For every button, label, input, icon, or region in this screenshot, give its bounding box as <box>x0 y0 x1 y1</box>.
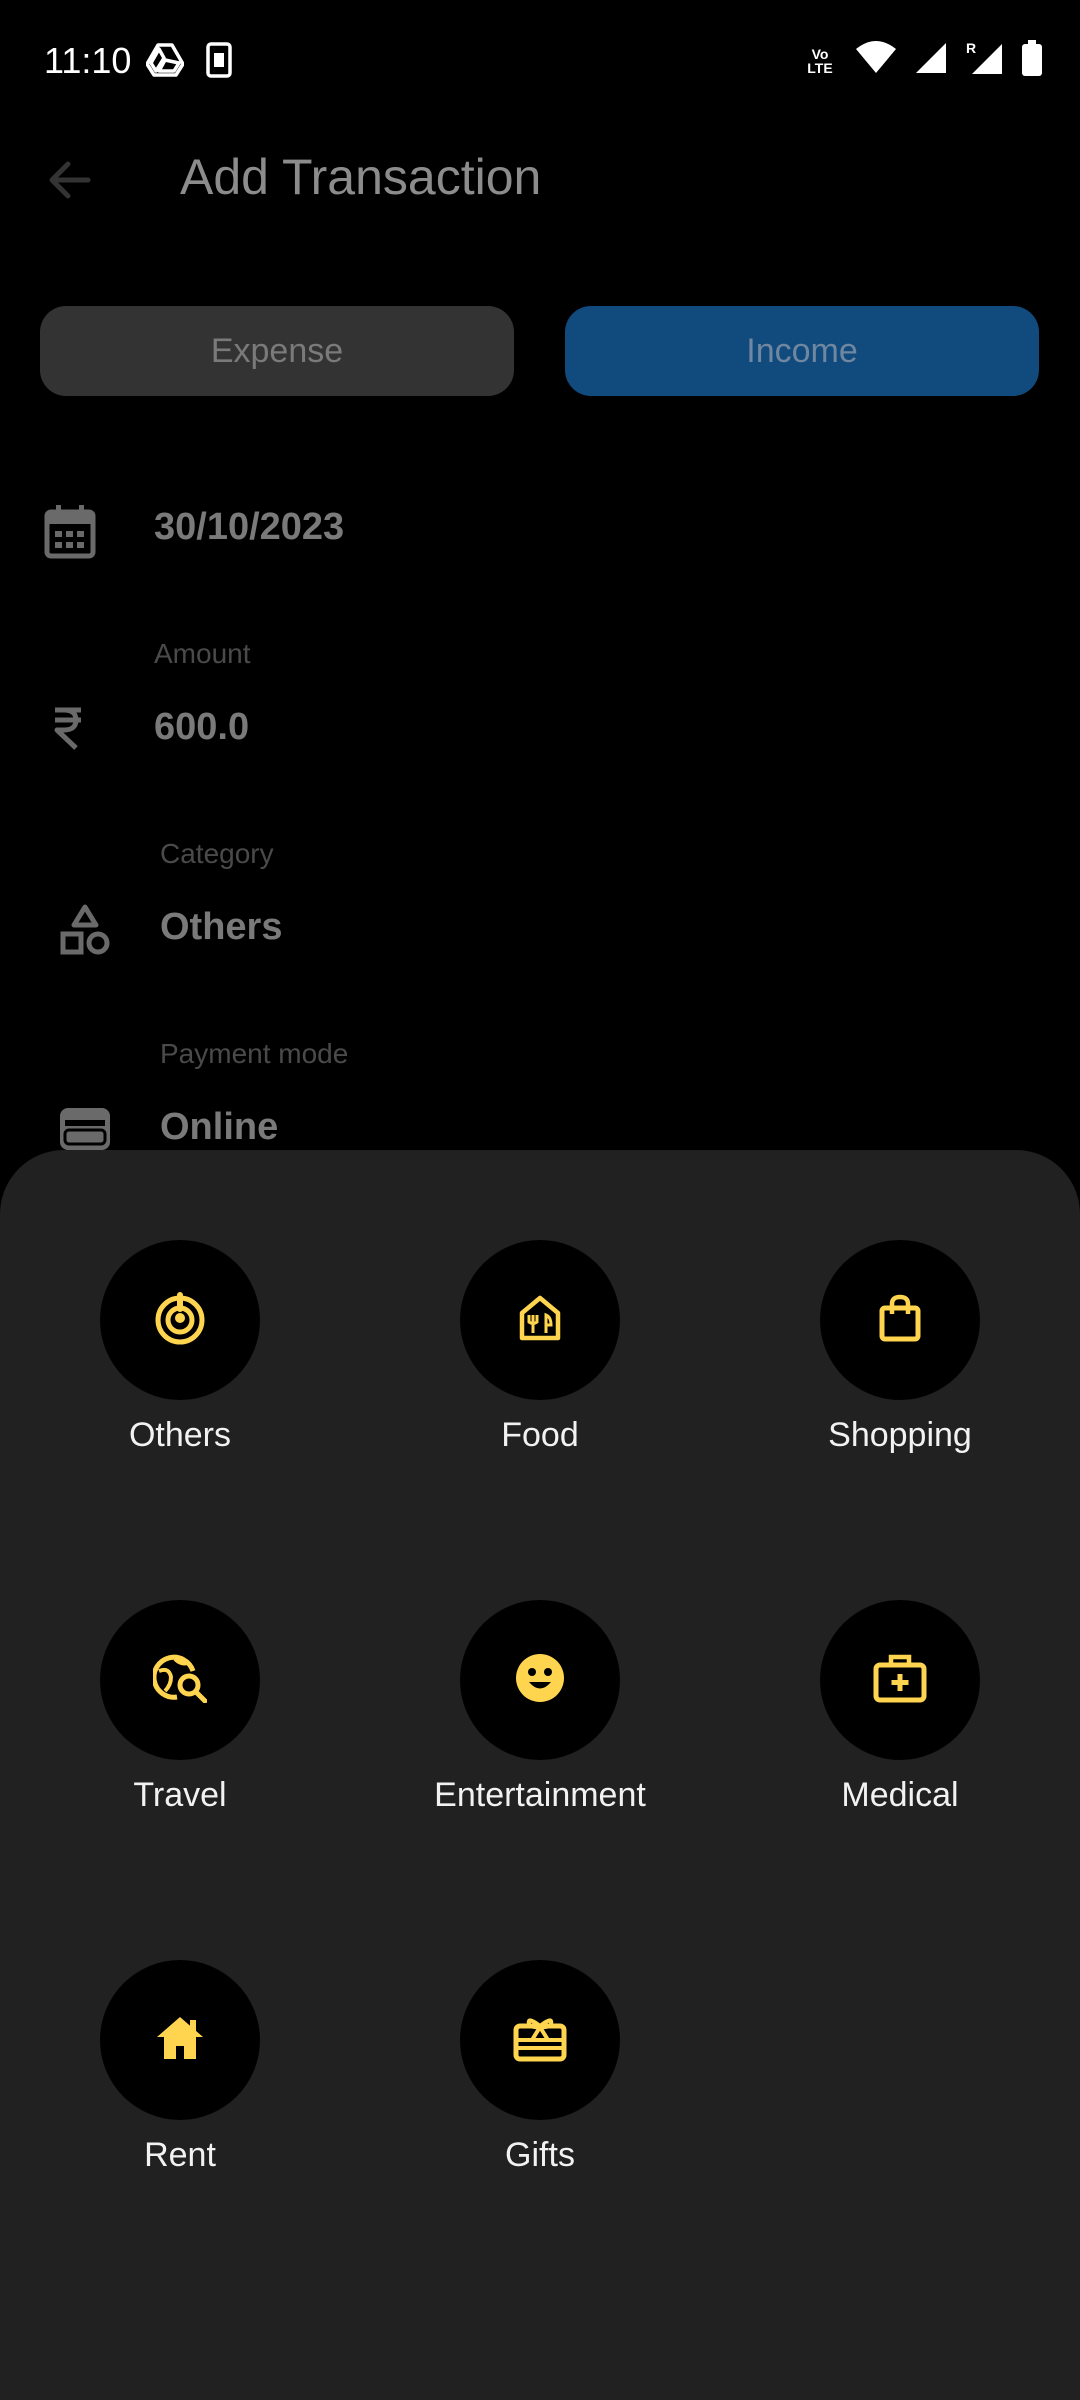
restaurant-icon <box>518 1295 562 1346</box>
shopping-bag-icon <box>879 1294 921 1347</box>
category-icon-circle <box>820 1600 980 1760</box>
travel-explore-icon <box>151 1653 208 1708</box>
house-icon <box>155 2015 205 2066</box>
category-icon-circle <box>100 1960 260 2120</box>
category-item-medical[interactable]: Medical <box>770 1600 1030 1860</box>
category-item-gifts[interactable]: Gifts <box>410 1960 670 2220</box>
category-item-shopping[interactable]: Shopping <box>770 1240 1030 1500</box>
category-icon-circle <box>820 1240 980 1400</box>
target-icon <box>152 1290 208 1351</box>
category-item-food[interactable]: Food <box>410 1240 670 1500</box>
category-label: Food <box>501 1416 579 1454</box>
category-label: Shopping <box>828 1416 972 1454</box>
category-label: Travel <box>133 1776 227 1814</box>
category-label: Entertainment <box>434 1776 646 1814</box>
smiley-icon <box>515 1653 565 1708</box>
category-item-others[interactable]: Others <box>50 1240 310 1500</box>
category-icon-circle <box>100 1240 260 1400</box>
category-label: Gifts <box>505 2136 575 2174</box>
category-icon-circle <box>460 1600 620 1760</box>
category-icon-circle <box>460 1960 620 2120</box>
category-label: Medical <box>841 1776 959 1814</box>
medical-kit-icon <box>873 1653 927 1708</box>
gift-card-icon <box>513 2014 567 2067</box>
category-icon-circle <box>100 1600 260 1760</box>
modal-scrim[interactable] <box>0 126 1080 1150</box>
category-label: Rent <box>144 2136 216 2174</box>
category-item-travel[interactable]: Travel <box>50 1600 310 1860</box>
category-item-entertainment[interactable]: Entertainment <box>410 1600 670 1860</box>
category-bottom-sheet: Others Food Shopping Travel Entertainmen… <box>0 1150 1080 2400</box>
category-item-rent[interactable]: Rent <box>50 1960 310 2220</box>
category-icon-circle <box>460 1240 620 1400</box>
category-label: Others <box>128 1416 232 1454</box>
